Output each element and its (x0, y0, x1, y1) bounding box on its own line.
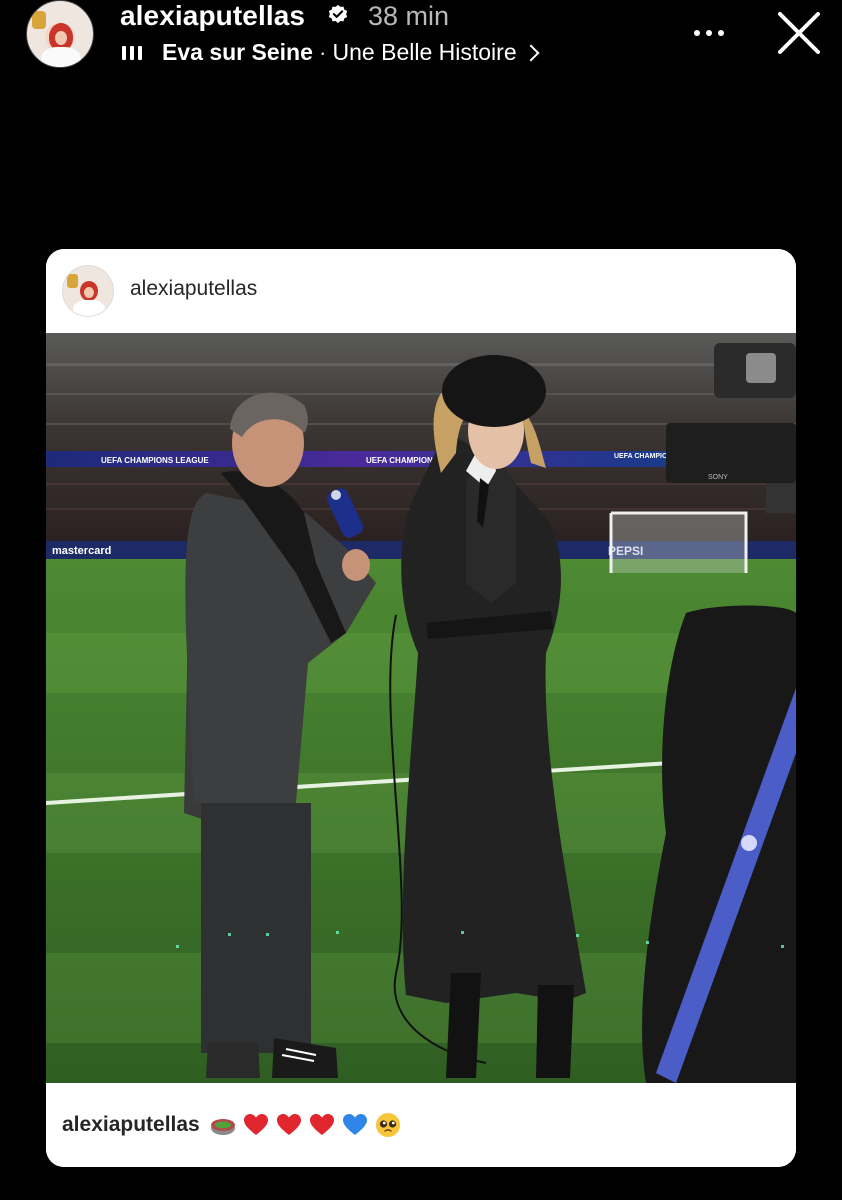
interviewer-trousers (201, 803, 311, 1053)
caption-username[interactable]: alexiaputellas (62, 1113, 200, 1137)
story-timestamp: 38 min (368, 1, 450, 31)
pleading-face-icon (375, 1113, 400, 1137)
ad-board-text-1: UEFA CHAMPIONS LEAGUE (101, 456, 209, 465)
story-header: alexiaputellas 38 min Eva sur Seine · Un… (0, 0, 842, 80)
red-heart-icon (276, 1114, 301, 1135)
stadium-interview-scene: UEFA CHAMPIONS LEAGUE UEFA CHAMPIONS LEA… (46, 333, 796, 1083)
avatar-decoration (67, 274, 78, 288)
story-username[interactable]: alexiaputellas (120, 0, 305, 32)
blue-heart-icon (342, 1114, 367, 1135)
avatar-face (80, 281, 98, 301)
chevron-right-icon (522, 44, 540, 62)
close-icon[interactable] (776, 10, 822, 56)
avatar-decoration (32, 11, 46, 29)
music-sticker[interactable]: Eva sur Seine · Une Belle Histoire (122, 38, 540, 66)
audio-bars-icon (122, 44, 144, 60)
goal-net (609, 511, 748, 573)
red-heart-icon (243, 1114, 268, 1135)
post-caption: alexiaputellas (46, 1083, 796, 1167)
post-photo[interactable]: UEFA CHAMPIONS LEAGUE UEFA CHAMPIONS LEA… (46, 333, 796, 1083)
post-username[interactable]: alexiaputellas (130, 276, 257, 302)
verified-badge-icon (328, 4, 348, 24)
song-artist: Une Belle Histoire (332, 39, 517, 65)
post-avatar[interactable] (62, 265, 114, 317)
shared-post-card[interactable]: alexiaputellas UEFA CHAMPIONS LEAGUE UEF… (46, 249, 796, 1167)
camera-brand: SONY (708, 474, 728, 481)
song-separator: · (318, 39, 327, 65)
fur-hat (442, 355, 546, 427)
boot-right (536, 985, 574, 1078)
more-options-icon[interactable] (694, 26, 734, 40)
song-title: Eva sur Seine (162, 39, 313, 65)
avatar-body (73, 300, 105, 316)
avatar-body (41, 47, 81, 67)
post-header: alexiaputellas (46, 249, 796, 333)
boot-left (446, 973, 481, 1078)
stadium-emoji-icon (210, 1119, 235, 1135)
sponsor-mastercard: mastercard (52, 545, 111, 557)
profile-avatar[interactable] (26, 0, 94, 68)
red-heart-icon (309, 1114, 334, 1135)
